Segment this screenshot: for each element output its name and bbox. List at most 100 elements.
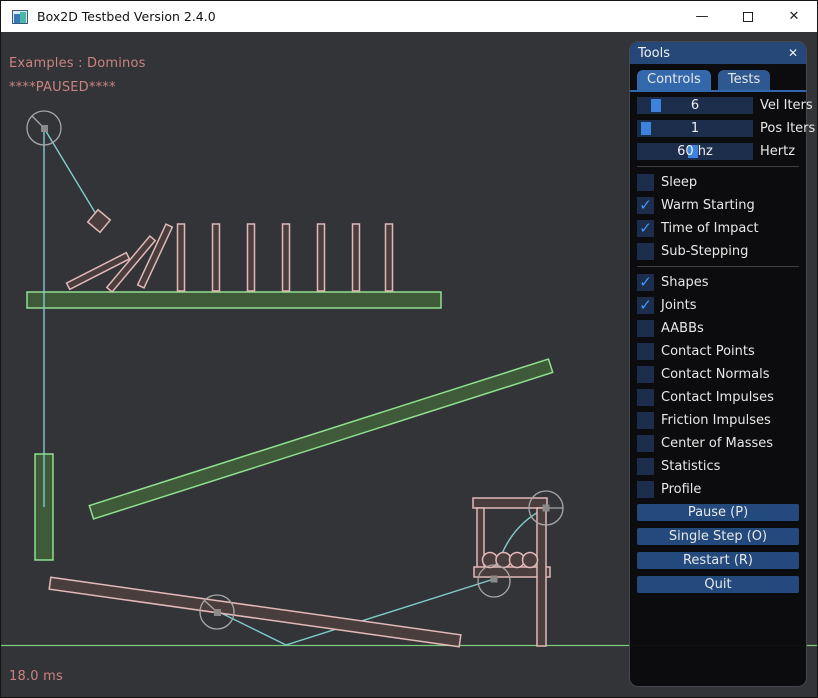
checkbox-shapes[interactable]: ✓ Shapes <box>637 274 799 291</box>
joint-line-pendulum <box>44 128 99 219</box>
statistics-label: Statistics <box>661 459 720 474</box>
separator-2 <box>637 266 799 267</box>
close-icon[interactable]: ✕ <box>771 1 817 32</box>
contact-normals-label: Contact Normals <box>661 367 770 382</box>
sleep-label: Sleep <box>661 175 697 190</box>
contact-points-checkbox[interactable]: ✓ <box>637 343 654 360</box>
slider-row-pos-iters: 1 Pos Iters <box>637 120 799 137</box>
contact-impulses-label: Contact Impulses <box>661 390 774 405</box>
pendulum-square[interactable] <box>88 210 111 233</box>
domino-standing-4[interactable] <box>283 224 290 291</box>
aabbs-checkbox[interactable]: ✓ <box>637 320 654 337</box>
anchor-square-1 <box>41 125 48 132</box>
vel-iters-label: Vel Iters <box>760 98 813 113</box>
ball-4[interactable] <box>523 553 538 568</box>
domino-standing-5[interactable] <box>318 224 325 291</box>
joints-checkbox[interactable]: ✓ <box>637 297 654 314</box>
green-ramp <box>89 359 552 519</box>
window-title: Box2D Testbed Version 2.4.0 <box>37 9 216 24</box>
anchor-square-2 <box>214 609 221 616</box>
checkbox-contact-normals[interactable]: ✓ Contact Normals <box>637 366 799 383</box>
vel-iters-slider[interactable]: 6 <box>637 97 753 114</box>
checkbox-contact-impulses[interactable]: ✓ Contact Impulses <box>637 389 799 406</box>
maximize-glyph <box>743 12 753 22</box>
checkbox-contact-points[interactable]: ✓ Contact Points <box>637 343 799 360</box>
tools-panel: Tools ✕ Controls Tests 6 Vel Iters 1 P <box>629 41 807 687</box>
checkbox-warm-starting[interactable]: ✓ Warm Starting <box>637 197 799 214</box>
friction-impulses-checkbox[interactable]: ✓ <box>637 412 654 429</box>
frame-right-post[interactable] <box>537 508 546 646</box>
domino-standing-2[interactable] <box>213 224 220 291</box>
profile-checkbox[interactable]: ✓ <box>637 481 654 498</box>
checkbox-sleep[interactable]: ✓ Sleep <box>637 174 799 191</box>
contact-normals-checkbox[interactable]: ✓ <box>637 366 654 383</box>
center-of-masses-checkbox[interactable]: ✓ <box>637 435 654 452</box>
paused-label: ****PAUSED**** <box>9 80 116 95</box>
contact-impulses-checkbox[interactable]: ✓ <box>637 389 654 406</box>
tools-panel-titlebar[interactable]: Tools ✕ <box>630 42 806 64</box>
separator-1 <box>637 166 799 167</box>
checkbox-center-of-masses[interactable]: ✓ Center of Masses <box>637 435 799 452</box>
checkbox-time-of-impact[interactable]: ✓ Time of Impact <box>637 220 799 237</box>
domino-standing-7[interactable] <box>386 224 393 291</box>
warm-starting-checkbox[interactable]: ✓ <box>637 197 654 214</box>
check-icon: ✓ <box>639 198 652 213</box>
tools-tabbar: Controls Tests <box>630 64 806 92</box>
checkbox-statistics[interactable]: ✓ Statistics <box>637 458 799 475</box>
checkbox-profile[interactable]: ✓ Profile <box>637 481 799 498</box>
center-of-masses-label: Center of Masses <box>661 436 773 451</box>
minimize-icon[interactable]: — <box>679 1 725 32</box>
restart-button[interactable]: Restart (R) <box>637 552 799 569</box>
sub-stepping-label: Sub-Stepping <box>661 244 748 259</box>
app-window: Box2D Testbed Version 2.4.0 — ✕ <box>0 0 818 698</box>
slider-row-hertz: 60 hz Hertz <box>637 143 799 160</box>
warm-starting-label: Warm Starting <box>661 198 755 213</box>
checkbox-sub-stepping[interactable]: ✓ Sub-Stepping <box>637 243 799 260</box>
single-step-button[interactable]: Single Step (O) <box>637 528 799 545</box>
pos-iters-slider[interactable]: 1 <box>637 120 753 137</box>
checkbox-friction-impulses[interactable]: ✓ Friction Impulses <box>637 412 799 429</box>
action-buttons: Pause (P) Single Step (O) Restart (R) Qu… <box>637 504 799 593</box>
check-icon: ✓ <box>639 221 652 236</box>
quit-button[interactable]: Quit <box>637 576 799 593</box>
friction-impulses-label: Friction Impulses <box>661 413 771 428</box>
anchor-square-4 <box>543 505 550 512</box>
contact-points-label: Contact Points <box>661 344 755 359</box>
statistics-checkbox[interactable]: ✓ <box>637 458 654 475</box>
pos-iters-label: Pos Iters <box>760 121 815 136</box>
tab-tests[interactable]: Tests <box>718 70 770 90</box>
titlebar: Box2D Testbed Version 2.4.0 — ✕ <box>1 1 817 32</box>
domino-standing-1[interactable] <box>178 224 185 291</box>
pause-button[interactable]: Pause (P) <box>637 504 799 521</box>
example-label: Examples : Dominos <box>9 56 146 71</box>
joints-label: Joints <box>661 298 697 313</box>
maximize-icon[interactable] <box>725 1 771 32</box>
anchor-square-3 <box>491 576 498 583</box>
sleep-checkbox[interactable]: ✓ <box>637 174 654 191</box>
seesaw-plank[interactable] <box>49 577 461 647</box>
tools-panel-title: Tools <box>638 46 670 61</box>
shapes-label: Shapes <box>661 275 708 290</box>
hertz-label: Hertz <box>760 144 795 159</box>
pos-iters-value: 1 <box>637 120 753 137</box>
check-icon: ✓ <box>639 298 652 313</box>
shapes-checkbox[interactable]: ✓ <box>637 274 654 291</box>
dynamic-bodies <box>49 210 550 647</box>
domino-shelf <box>27 292 441 308</box>
checkbox-aabbs[interactable]: ✓ AABBs <box>637 320 799 337</box>
tools-close-icon[interactable]: ✕ <box>788 46 798 60</box>
tab-controls[interactable]: Controls <box>637 70 711 90</box>
frame-top-bar[interactable] <box>473 498 547 508</box>
check-icon: ✓ <box>639 275 652 290</box>
hertz-value: 60 hz <box>637 143 753 160</box>
anchor-squares <box>41 125 550 616</box>
checkbox-joints[interactable]: ✓ Joints <box>637 297 799 314</box>
domino-standing-3[interactable] <box>248 224 255 291</box>
profile-label: Profile <box>661 482 701 497</box>
window-controls: — ✕ <box>679 1 817 32</box>
sub-stepping-checkbox[interactable]: ✓ <box>637 243 654 260</box>
domino-standing-6[interactable] <box>353 224 360 291</box>
app-icon <box>12 10 28 24</box>
time-of-impact-checkbox[interactable]: ✓ <box>637 220 654 237</box>
hertz-slider[interactable]: 60 hz <box>637 143 753 160</box>
